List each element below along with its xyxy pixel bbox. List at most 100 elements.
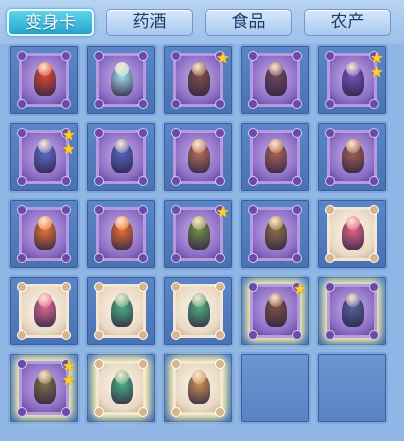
inventory-slot[interactable]	[85, 44, 157, 116]
card-corner-ornament	[369, 205, 379, 215]
card-corner-ornament	[215, 282, 225, 292]
inventory-slot[interactable]: ★ ★	[8, 352, 80, 424]
inventory-slot[interactable]	[239, 44, 311, 116]
inventory-slot[interactable]	[239, 198, 311, 270]
card-corner-ornament	[61, 176, 71, 186]
creature-head-icon	[38, 216, 52, 230]
card-corner-ornament	[138, 407, 148, 417]
inventory-slot[interactable]	[316, 198, 388, 270]
card-corner-ornament	[325, 128, 335, 138]
tab-farm-produce[interactable]: 农产	[304, 9, 391, 36]
star-icon: ★	[370, 63, 384, 81]
card-corner-ornament	[171, 51, 181, 61]
white-transform-card	[94, 359, 148, 417]
card-corner-ornament	[171, 359, 181, 369]
card-corner-ornament	[325, 330, 335, 340]
card-corner-ornament	[292, 330, 302, 340]
card-corner-ornament	[61, 205, 71, 215]
creature-head-icon	[269, 139, 283, 153]
inventory-slot[interactable]	[316, 121, 388, 193]
inventory-slot[interactable]	[8, 198, 80, 270]
card-corner-ornament	[248, 253, 258, 263]
card-corner-ornament	[325, 282, 335, 292]
card-corner-ornament	[215, 359, 225, 369]
card-corner-ornament	[171, 205, 181, 215]
card-corner-ornament	[292, 176, 302, 186]
purple-transform-card	[325, 128, 379, 186]
card-corner-ornament	[215, 253, 225, 263]
card-corner-ornament	[248, 128, 258, 138]
inventory-slot[interactable]: ★ ★	[316, 44, 388, 116]
tab-medicinal-wine[interactable]: 药酒	[106, 9, 193, 36]
tab-transform-card[interactable]: 变身卡	[7, 9, 94, 36]
white-transform-card	[17, 282, 71, 340]
card-corner-ornament	[61, 99, 71, 109]
creature-head-icon	[38, 139, 52, 153]
inventory-slot[interactable]	[85, 352, 157, 424]
card-corner-ornament	[369, 128, 379, 138]
star-icon: ★	[216, 49, 230, 67]
card-corner-ornament	[138, 128, 148, 138]
card-corner-ornament	[17, 282, 27, 292]
card-corner-ornament	[94, 51, 104, 61]
inventory-slot[interactable]	[8, 275, 80, 347]
inventory-slot[interactable]	[239, 121, 311, 193]
card-corner-ornament	[215, 330, 225, 340]
inventory-slot[interactable]	[85, 121, 157, 193]
card-corner-ornament	[94, 99, 104, 109]
empty-slot[interactable]	[316, 352, 388, 424]
white-transform-card	[325, 205, 379, 263]
card-corner-ornament	[17, 359, 27, 369]
creature-head-icon	[115, 62, 129, 76]
card-corner-ornament	[61, 253, 71, 263]
card-corner-ornament	[94, 407, 104, 417]
inventory-slot[interactable]	[162, 275, 234, 347]
star-icon: ★	[216, 203, 230, 221]
inventory-slot[interactable]: ★	[162, 44, 234, 116]
card-corner-ornament	[292, 128, 302, 138]
creature-head-icon	[38, 293, 52, 307]
card-corner-ornament	[248, 330, 258, 340]
card-corner-ornament	[369, 253, 379, 263]
inventory-slot[interactable]	[85, 275, 157, 347]
card-corner-ornament	[325, 51, 335, 61]
white-transform-card	[94, 282, 148, 340]
card-corner-ornament	[138, 359, 148, 369]
card-corner-ornament	[325, 205, 335, 215]
card-corner-ornament	[171, 407, 181, 417]
card-corner-ornament	[94, 282, 104, 292]
card-corner-ornament	[138, 99, 148, 109]
inventory-slot[interactable]	[8, 44, 80, 116]
card-corner-ornament	[94, 253, 104, 263]
inventory-slot[interactable]	[162, 121, 234, 193]
inventory-slot[interactable]	[85, 198, 157, 270]
purple-transform-card	[248, 205, 302, 263]
creature-head-icon	[346, 293, 360, 307]
creature-head-icon	[192, 293, 206, 307]
star-icon: ★	[293, 280, 307, 298]
empty-slot[interactable]	[239, 352, 311, 424]
star-icon: ★	[62, 140, 76, 158]
card-corner-ornament	[215, 407, 225, 417]
card-corner-ornament	[17, 128, 27, 138]
card-corner-ornament	[17, 176, 27, 186]
inventory-slot[interactable]: ★	[162, 198, 234, 270]
inventory-slot[interactable]	[316, 275, 388, 347]
card-corner-ornament	[94, 359, 104, 369]
card-corner-ornament	[292, 99, 302, 109]
card-corner-ornament	[17, 407, 27, 417]
card-corner-ornament	[94, 128, 104, 138]
card-corner-ornament	[61, 407, 71, 417]
inventory-slot[interactable]: ★ ★	[8, 121, 80, 193]
creature-head-icon	[269, 216, 283, 230]
card-corner-ornament	[94, 176, 104, 186]
card-corner-ornament	[17, 51, 27, 61]
inventory-slot[interactable]	[162, 352, 234, 424]
creature-head-icon	[115, 216, 129, 230]
tab-food[interactable]: 食品	[205, 9, 292, 36]
card-corner-ornament	[17, 99, 27, 109]
creature-head-icon	[192, 216, 206, 230]
inventory-slot[interactable]: ★	[239, 275, 311, 347]
card-corner-ornament	[215, 128, 225, 138]
card-corner-ornament	[61, 330, 71, 340]
